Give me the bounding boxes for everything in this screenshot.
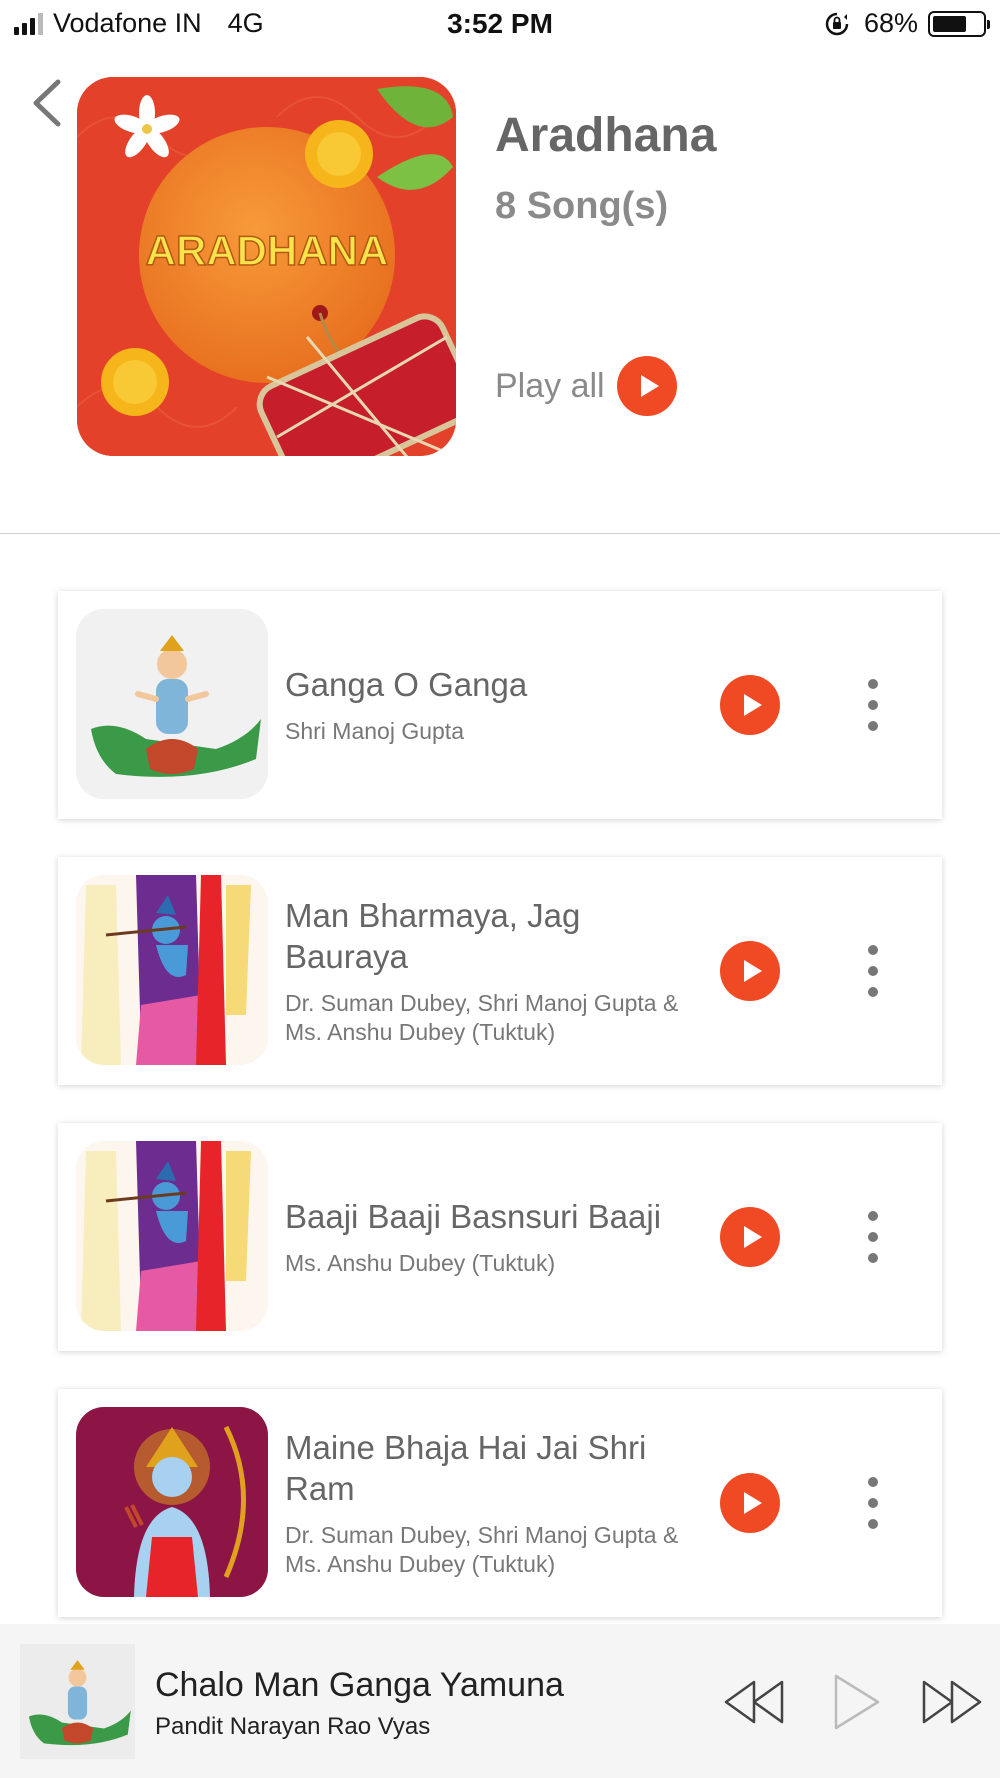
song-artist: Ms. Anshu Dubey (Tuktuk) — [285, 1250, 556, 1276]
song-play-button[interactable] — [720, 675, 780, 735]
ram-artwork — [76, 1407, 268, 1597]
song-title: Maine Bhaja Hai Jai Shri Ram — [285, 1429, 647, 1507]
song-artist: Dr. Suman Dubey, Shri Manoj Gupta & Ms. … — [285, 990, 679, 1045]
album-art-text: ARADHANA — [146, 227, 389, 274]
song-text: Man Bharmaya, Jag Bauraya Dr. Suman Dube… — [285, 857, 705, 1085]
album-title: Aradhana — [495, 109, 717, 162]
status-right: 68% — [824, 8, 990, 39]
song-row[interactable]: Ganga O Ganga Shri Manoj Gupta — [58, 591, 942, 819]
album-cover: ARADHANA — [77, 77, 456, 456]
more-options-icon[interactable] — [858, 675, 888, 735]
now-playing-thumbnail — [20, 1644, 135, 1759]
status-bar: Vodafone IN 4G 3:52 PM 68% — [0, 0, 1000, 50]
battery-icon — [928, 10, 990, 37]
fast-forward-icon[interactable] — [920, 1672, 984, 1732]
battery-fill — [933, 15, 966, 32]
song-title: Man Bharmaya, Jag Bauraya — [285, 897, 581, 975]
play-all-button[interactable]: Play all — [495, 356, 677, 416]
now-playing-title: Chalo Man Ganga Yamuna — [155, 1666, 564, 1704]
more-options-icon[interactable] — [858, 1473, 888, 1533]
song-play-button[interactable] — [720, 1207, 780, 1267]
song-thumbnail — [76, 1141, 268, 1331]
song-thumbnail — [76, 609, 268, 799]
play-icon[interactable] — [826, 1672, 890, 1732]
more-options-icon[interactable] — [858, 1207, 888, 1267]
song-play-button[interactable] — [720, 941, 780, 1001]
krishna-flute-artwork — [76, 1141, 268, 1331]
song-title: Ganga O Ganga — [285, 666, 528, 703]
song-text: Ganga O Ganga Shri Manoj Gupta — [285, 591, 705, 819]
album-cover-art: ARADHANA — [77, 77, 456, 456]
song-row[interactable]: Baaji Baaji Basnsuri Baaji Ms. Anshu Dub… — [58, 1123, 942, 1351]
song-count: 8 Song(s) — [495, 185, 669, 227]
song-row[interactable]: Maine Bhaja Hai Jai Shri Ram Dr. Suman D… — [58, 1389, 942, 1617]
rotation-lock-icon — [825, 12, 849, 35]
now-playing-artwork — [20, 1644, 135, 1759]
song-title: Baaji Baaji Basnsuri Baaji — [285, 1198, 662, 1235]
now-playing-artist: Pandit Narayan Rao Vyas — [155, 1713, 431, 1740]
ganga-artwork — [76, 609, 268, 799]
more-options-icon[interactable] — [858, 941, 888, 1001]
song-text: Baaji Baaji Basnsuri Baaji Ms. Anshu Dub… — [285, 1123, 705, 1351]
play-all-icon[interactable] — [616, 356, 677, 416]
song-artist: Dr. Suman Dubey, Shri Manoj Gupta & Ms. … — [285, 1522, 679, 1577]
song-text: Maine Bhaja Hai Jai Shri Ram Dr. Suman D… — [285, 1389, 705, 1617]
krishna-artwork — [76, 875, 268, 1065]
play-all-label: Play all — [495, 366, 605, 405]
song-artist: Shri Manoj Gupta — [285, 718, 464, 744]
song-play-button[interactable] — [720, 1473, 780, 1533]
rewind-icon[interactable] — [722, 1672, 786, 1732]
mini-player[interactable]: Chalo Man Ganga Yamuna Pandit Narayan Ra… — [0, 1624, 1000, 1778]
battery-percent: 68% — [863, 8, 918, 38]
back-chevron-icon[interactable] — [22, 70, 72, 136]
song-row[interactable]: Man Bharmaya, Jag Bauraya Dr. Suman Dube… — [58, 857, 942, 1085]
song-thumbnail — [76, 875, 268, 1065]
song-thumbnail — [76, 1407, 268, 1597]
header-divider — [0, 533, 1000, 534]
